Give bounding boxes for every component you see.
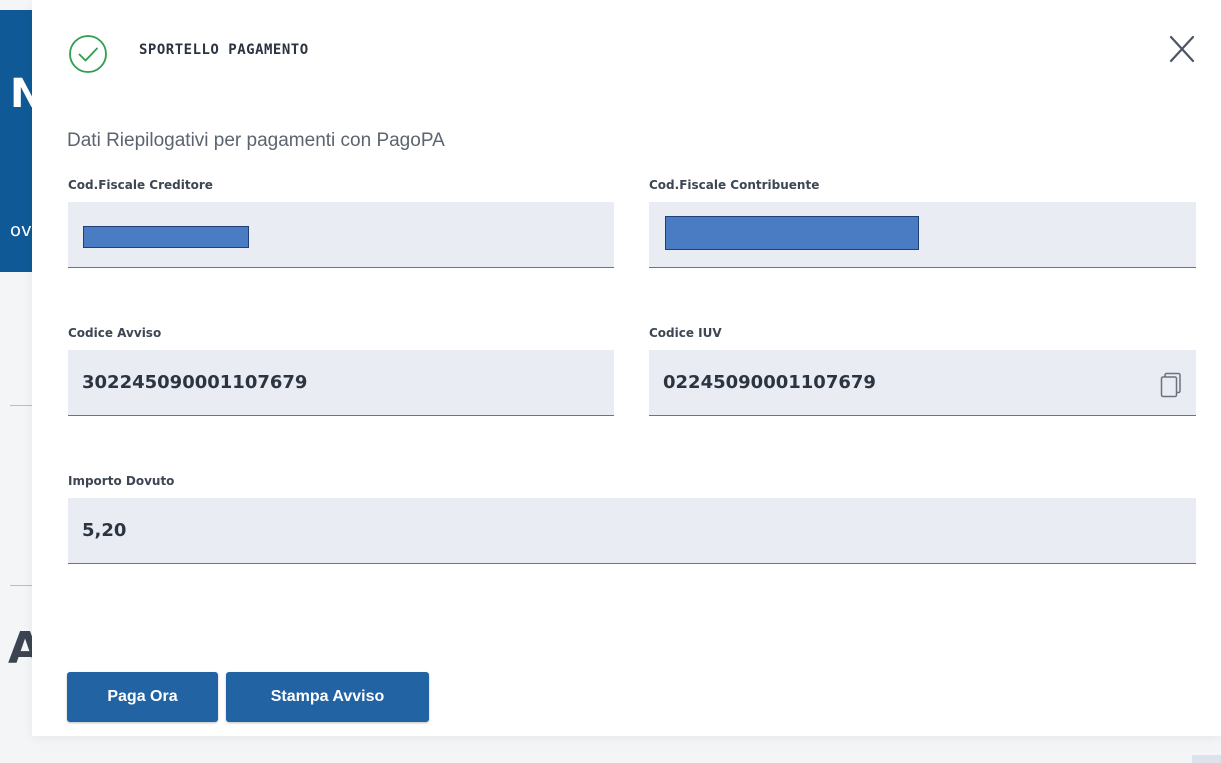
cod-fiscale-creditore-input[interactable]: [68, 202, 614, 268]
field-label: Cod.Fiscale Creditore: [68, 178, 213, 192]
importo-dovuto-field: Importo Dovuto 5,20: [68, 474, 1196, 564]
copy-button[interactable]: [1160, 372, 1182, 398]
close-button[interactable]: [1168, 34, 1196, 64]
payment-dialog: SPORTELLO PAGAMENTO Dati Riepilogativi p…: [32, 0, 1221, 736]
redaction-block: [83, 226, 249, 248]
codice-iuv-input[interactable]: 02245090001107679: [649, 350, 1196, 416]
paga-ora-button[interactable]: Paga Ora: [67, 672, 218, 722]
dialog-subtitle: Dati Riepilogativi per pagamenti con Pag…: [67, 130, 445, 151]
cod-fiscale-contribuente-field: Cod.Fiscale Contribuente: [649, 178, 1196, 268]
check-circle-icon: [69, 35, 107, 73]
background-banner-fragment: ov: [10, 220, 32, 241]
importo-dovuto-input[interactable]: 5,20: [68, 498, 1196, 564]
redaction-block: [665, 216, 919, 250]
codice-avviso-field: Codice Avviso 302245090001107679: [68, 326, 614, 416]
cod-fiscale-contribuente-input[interactable]: [649, 202, 1196, 268]
field-value: 302245090001107679: [82, 372, 308, 393]
background-corner: [1192, 755, 1221, 763]
field-label: Codice IUV: [649, 326, 722, 340]
copy-icon: [1160, 372, 1181, 398]
stampa-avviso-button[interactable]: Stampa Avviso: [226, 672, 429, 722]
field-label: Cod.Fiscale Contribuente: [649, 178, 820, 192]
field-label: Codice Avviso: [68, 326, 162, 340]
dialog-title: SPORTELLO PAGAMENTO: [139, 42, 309, 58]
field-value: 5,20: [82, 520, 127, 541]
codice-iuv-field: Codice IUV 02245090001107679: [649, 326, 1196, 416]
field-value: 02245090001107679: [663, 372, 876, 393]
cod-fiscale-creditore-field: Cod.Fiscale Creditore: [68, 178, 614, 268]
close-icon: [1169, 35, 1195, 63]
field-label: Importo Dovuto: [68, 474, 175, 488]
codice-avviso-input[interactable]: 302245090001107679: [68, 350, 614, 416]
